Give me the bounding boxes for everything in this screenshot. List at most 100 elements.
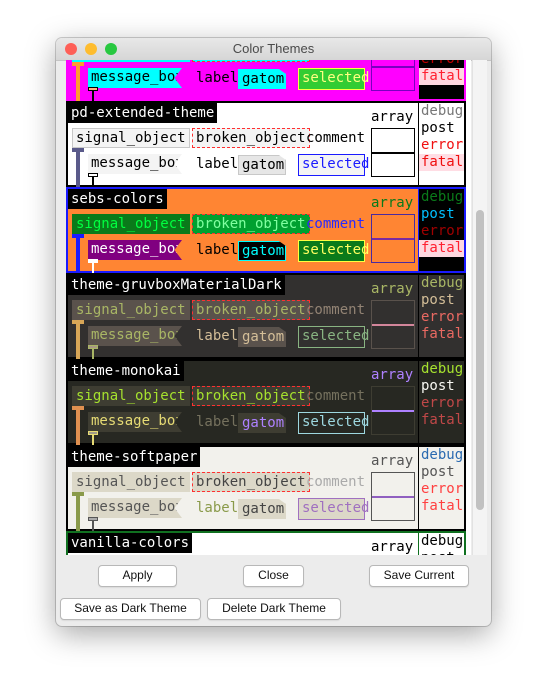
comment: comment (306, 474, 366, 490)
comment: comment (306, 130, 366, 146)
array-label: array (371, 109, 414, 125)
theme-name: vanilla-colors (68, 533, 193, 553)
comment: comment (306, 302, 366, 318)
array-label: array (371, 539, 414, 555)
theme-name: theme-monokai (68, 361, 184, 381)
patch-cord (76, 320, 80, 360)
console-debug: debug (421, 447, 464, 463)
console-error: error (421, 395, 464, 411)
delete-dark-theme-button[interactable]: Delete Dark Theme (207, 598, 341, 620)
array-label: array (371, 281, 414, 297)
array-line (372, 324, 414, 326)
theme-card[interactable]: vanilla-colorssignal_objectmessage_boxbr… (66, 531, 466, 555)
console-debug: debug (421, 189, 464, 205)
patch-cord (76, 406, 80, 446)
color-themes-window: Color Themes signal_objectmessage_boxbro… (56, 38, 491, 626)
message-box: message_box (88, 326, 182, 346)
console-error: error (421, 223, 464, 239)
selected-object: selected (298, 154, 369, 176)
console-post: post (421, 464, 455, 480)
console-post: post (421, 378, 455, 394)
scrollbar[interactable] (472, 60, 487, 555)
console-post: post (421, 120, 455, 136)
message-box: message_box (88, 240, 182, 260)
console-fatal: fatal (419, 326, 464, 343)
theme-name: sebs-colors (68, 189, 167, 209)
zoom-window-button[interactable] (105, 43, 117, 55)
array-box (371, 300, 415, 349)
comment: comment (306, 388, 366, 404)
label-text: label (196, 500, 239, 516)
array-box (371, 128, 415, 177)
gatom: gatom (238, 241, 286, 261)
theme-card[interactable]: sebs-colors signal_object message_box broke… (66, 187, 466, 274)
broken-object: broken_object (192, 386, 310, 406)
theme-name: theme-softpaper (68, 447, 201, 467)
console-error: error (421, 481, 464, 497)
label-text: label (196, 414, 239, 430)
minimize-window-button[interactable] (85, 43, 97, 55)
apply-button[interactable]: Apply (98, 565, 177, 587)
console-post: post (421, 206, 455, 222)
selected-object: selected (298, 412, 369, 434)
gatom: gatom (238, 499, 286, 519)
console-debug: debug (421, 533, 464, 549)
theme-card[interactable]: signal_objectmessage_boxbroken_objectcom… (66, 60, 466, 102)
console-column: debugposterrorfatal (418, 189, 464, 271)
label-text: label (196, 242, 239, 258)
selected-object: selected (298, 326, 369, 348)
array-label: array (371, 195, 414, 211)
save-as-dark-theme-button[interactable]: Save as Dark Theme (60, 598, 201, 620)
comment: comment (306, 216, 366, 232)
broken-object: broken_object (192, 300, 310, 320)
array-line (372, 410, 414, 412)
theme-list[interactable]: signal_objectmessage_boxbroken_objectcom… (66, 60, 471, 555)
label-text: label (196, 328, 239, 344)
console-column: debugposterrorfatal (418, 103, 464, 185)
array-label: array (371, 453, 414, 469)
theme-card[interactable]: theme-monokai signal_object message_box bro… (66, 359, 466, 446)
patch-cord (76, 148, 80, 188)
signal-object: signal_object (72, 60, 190, 62)
array-line (372, 496, 414, 498)
theme-name: theme-gruvboxMaterialDark (68, 275, 285, 295)
selected-object: selected (298, 240, 369, 262)
signal-object: signal_object (72, 472, 190, 492)
theme-card[interactable]: theme-softpaper signal_object message_box b… (66, 445, 466, 532)
message-box: message_box (88, 68, 182, 88)
console-error: error (419, 60, 464, 68)
close-window-button[interactable] (65, 43, 77, 55)
theme-card[interactable]: pd-extended-theme signal_object message_bo… (66, 101, 466, 188)
signal-object: signal_object (72, 128, 190, 148)
patch-cord (76, 492, 80, 532)
gatom: gatom (238, 155, 286, 175)
broken-object: broken_object (192, 472, 310, 492)
window-title: Color Themes (232, 41, 315, 56)
console-debug: debug (421, 361, 464, 377)
console-column: debugposterrorfatal (418, 275, 464, 357)
console-fatal: fatal (419, 412, 464, 429)
console-column: debugposterrorfatal (418, 60, 464, 99)
save-current-button[interactable]: Save Current (369, 565, 469, 587)
title-bar: Color Themes (56, 38, 491, 61)
message-box: message_box (88, 412, 182, 432)
label-text: label (196, 156, 239, 172)
message-box: message_box (88, 154, 182, 174)
signal-object: signal_object (72, 386, 190, 406)
console-fatal: fatal (419, 240, 464, 257)
close-button[interactable]: Close (243, 565, 304, 587)
array-line (372, 66, 414, 68)
selected-object: selected (298, 68, 369, 90)
array-label: array (371, 367, 414, 383)
console-fatal: fatal (419, 498, 464, 515)
scrollbar-thumb[interactable] (476, 210, 484, 510)
selected-object: selected (298, 498, 369, 520)
console-column: debugposterrorfatal (418, 361, 464, 443)
array-line (372, 238, 414, 240)
theme-card[interactable]: theme-gruvboxMaterialDark signal_object me… (66, 273, 466, 360)
console-error: error (421, 309, 464, 325)
console-column: debugposterrorfatal (418, 447, 464, 529)
signal-object: signal_object (72, 214, 190, 234)
console-post: post (419, 550, 464, 555)
broken-object: broken_object (192, 214, 310, 234)
